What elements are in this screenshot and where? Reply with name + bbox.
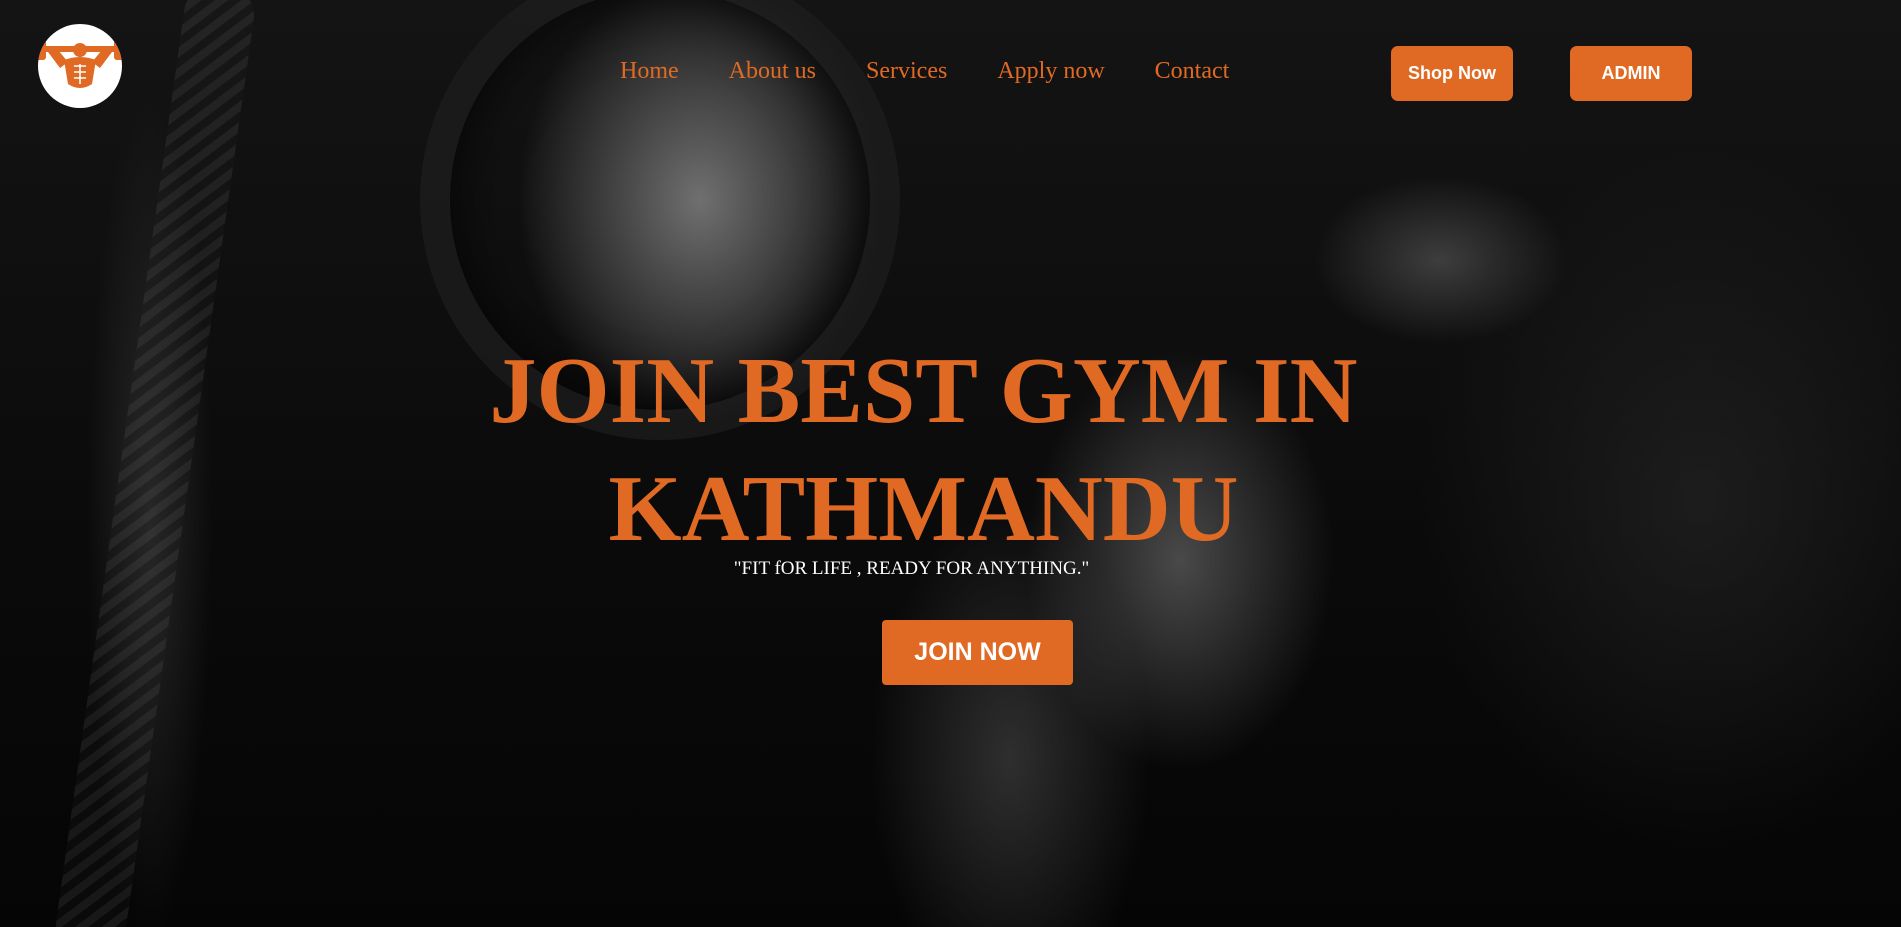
hero-title: JOIN BEST GYM IN KATHMANDU [0,332,1901,568]
hero-title-line-2: KATHMANDU [608,457,1239,561]
nav-link-home[interactable]: Home [620,56,679,86]
bodybuilder-dumbbell-icon [38,38,122,88]
nav-link-contact[interactable]: Contact [1155,56,1230,86]
shop-now-button[interactable]: Shop Now [1391,46,1513,101]
hero-tagline: "FIT fOR LIFE , READY FOR ANYTHING." [733,558,1090,579]
hero-title-line-1: JOIN BEST GYM IN [489,339,1358,443]
nav-link-about-us[interactable]: About us [729,56,816,86]
gym-logo[interactable] [38,24,122,108]
hero-section: Home About us Services Apply now Contact… [0,0,1901,927]
join-now-button[interactable]: JOIN NOW [882,620,1073,685]
nav-link-apply-now[interactable]: Apply now [997,56,1104,86]
nav-link-services[interactable]: Services [866,56,947,86]
main-nav: Home About us Services Apply now Contact [620,56,1279,86]
admin-button[interactable]: ADMIN [1570,46,1692,101]
